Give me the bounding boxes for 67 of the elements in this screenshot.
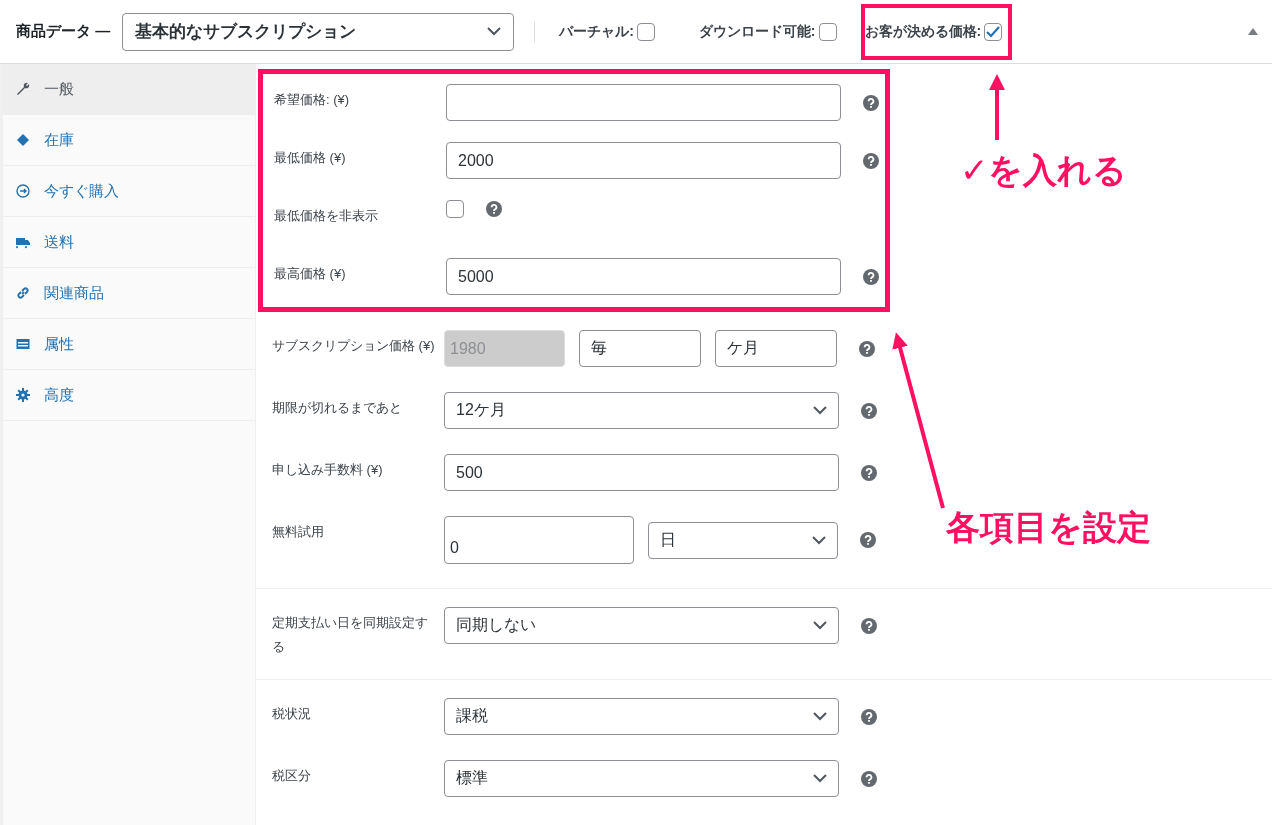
tag-icon <box>16 133 30 147</box>
card-icon <box>16 337 30 351</box>
wrench-icon <box>16 82 30 96</box>
input-field[interactable]: 5000 <box>446 258 841 295</box>
help-icon[interactable] <box>863 152 879 169</box>
field-label: 申し込み手数料 (¥) <box>271 461 384 479</box>
disabled-price-field: 1980 <box>444 330 565 367</box>
help-icon[interactable] <box>863 268 879 285</box>
checkbox[interactable] <box>446 200 464 218</box>
product-type-select[interactable]: 基本的なサブスクリプション <box>122 12 515 51</box>
sidebar-tab[interactable]: 今すぐ購入 <box>3 166 255 217</box>
checkbox[interactable] <box>636 22 655 41</box>
field-label: 最低価格を非表示 <box>273 207 379 225</box>
select-dropdown[interactable]: 課税 <box>444 698 839 735</box>
chevron-down-icon <box>813 774 827 783</box>
select-dropdown[interactable]: 同期しない <box>444 607 839 644</box>
select-dropdown[interactable]: 標準 <box>444 760 839 797</box>
help-icon[interactable] <box>861 708 877 725</box>
sidebar-tab[interactable]: 送料 <box>3 217 255 268</box>
field-label: 無料試用 <box>271 523 325 541</box>
field-label: サブスクリプション価格 (¥) <box>271 337 436 355</box>
sidebar-tab[interactable]: 高度 <box>3 370 255 421</box>
chevron-down-icon <box>812 535 826 545</box>
sidebar-tab[interactable]: 在庫 <box>3 115 255 166</box>
help-icon[interactable] <box>861 464 877 481</box>
help-icon[interactable] <box>863 94 879 111</box>
chevron-down-icon <box>813 621 827 630</box>
help-icon[interactable] <box>861 617 877 634</box>
callout-text: ✓を入れる <box>960 150 1128 191</box>
input-field[interactable]: 500 <box>444 454 839 491</box>
field-label: 最高価格 (¥) <box>273 265 347 283</box>
trial-length-field[interactable]: 0 <box>444 516 634 564</box>
sidebar-tab[interactable]: 関連商品 <box>3 268 255 319</box>
chevron-down-icon <box>813 712 827 721</box>
checkbox[interactable] <box>818 22 837 41</box>
help-icon[interactable] <box>859 340 875 357</box>
field-label: 期限が切れるまであと <box>271 399 403 417</box>
help-icon[interactable] <box>861 770 877 787</box>
period-prefix-field[interactable]: 毎 <box>579 330 701 367</box>
checkbox[interactable] <box>984 22 1003 41</box>
panel-title: 商品データ — <box>16 22 111 41</box>
help-icon[interactable] <box>486 201 502 217</box>
truck-icon <box>16 235 30 249</box>
chevron-down-icon <box>813 406 827 415</box>
callout-text: 各項目を設定 <box>946 507 1151 548</box>
option-label: バーチャル: <box>559 22 634 41</box>
option-label: ダウンロード可能: <box>698 22 816 41</box>
input-field[interactable] <box>446 84 841 121</box>
sidebar-tab[interactable]: 属性 <box>3 319 255 370</box>
sidebar-tab[interactable]: 一般 <box>3 64 255 115</box>
field-label: 希望価格: (¥) <box>273 91 351 109</box>
select-dropdown[interactable]: 12ケ月 <box>444 392 839 429</box>
field-label: 税区分 <box>271 767 312 785</box>
field-label: 定期支払い日を同期設定する <box>271 614 429 656</box>
trial-unit-select[interactable]: 日 <box>648 521 838 559</box>
chevron-down-icon <box>487 27 502 36</box>
field-label: 税状況 <box>271 705 312 723</box>
help-icon[interactable] <box>860 532 876 548</box>
option-label: お客が決める価格: <box>864 22 982 41</box>
help-icon[interactable] <box>861 402 877 419</box>
arrow <box>989 74 1005 140</box>
collapse-triangle-icon[interactable] <box>1248 28 1258 35</box>
gear-icon <box>16 388 30 402</box>
field-label: 最低価格 (¥) <box>273 149 347 167</box>
period-field[interactable]: ケ月 <box>715 330 837 367</box>
link-icon <box>16 286 30 300</box>
input-field[interactable]: 2000 <box>446 142 841 179</box>
